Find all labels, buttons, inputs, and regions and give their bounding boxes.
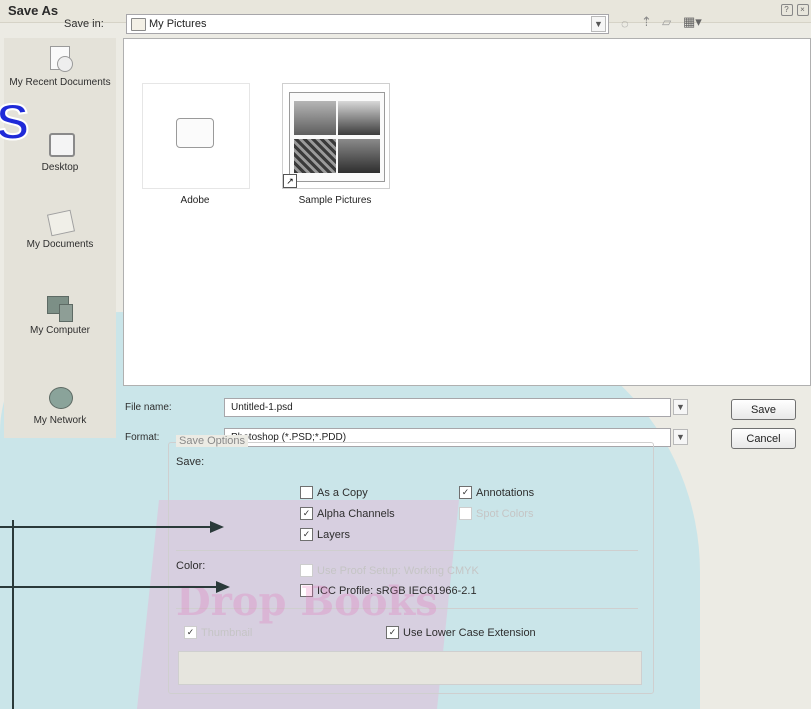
folder-icon [131, 18, 146, 31]
annotations-checkbox[interactable]: ✓ Annotations [459, 486, 534, 499]
file-item-adobe[interactable] [142, 83, 250, 189]
checkbox-label: Thumbnail [201, 626, 253, 639]
my-documents-icon [45, 208, 76, 237]
my-computer-icon [45, 294, 75, 322]
shortcut-arrow-icon: ↗ [283, 174, 297, 188]
folder-image-grid [289, 92, 385, 182]
checkbox-box[interactable] [300, 486, 313, 499]
view-menu-icon[interactable]: ▦▾ [683, 14, 702, 30]
file-list[interactable]: Adobe ↗ Sample Pictures [123, 38, 811, 386]
alpha-channels-checkbox[interactable]: ✓ Alpha Channels [300, 507, 395, 520]
save-in-value: My Pictures [149, 18, 207, 30]
file-name-input[interactable]: Untitled-1.psd [224, 398, 671, 417]
callout-arrow-1-line [0, 526, 212, 528]
checkbox-label: Use Proof Setup: Working CMYK [317, 564, 479, 577]
checkbox-box [459, 507, 472, 520]
callout-vertical-line [12, 520, 14, 709]
file-name-label: File name: [125, 402, 172, 413]
check-icon[interactable]: ✓ [300, 528, 313, 541]
my-network-icon [45, 384, 75, 412]
watermark-letter: S [0, 94, 30, 150]
use-proof-setup-checkbox: Use Proof Setup: Working CMYK [300, 564, 479, 577]
save-as-dialog: Save As ? × Save in: My Pictures ▼ ◌ ⇡ ▱… [0, 0, 811, 709]
folder-icon [176, 118, 214, 148]
chevron-down-icon[interactable]: ▼ [591, 16, 606, 32]
recent-documents-icon [45, 46, 75, 74]
checkbox-label: Layers [317, 528, 351, 541]
file-name-adobe: Adobe [180, 195, 210, 206]
checkbox-label: Annotations [476, 486, 535, 499]
checkbox-label: As a Copy [317, 486, 368, 499]
save-in-label: Save in: [64, 18, 104, 30]
place-my-documents[interactable]: My Documents [4, 208, 116, 250]
checkbox-label: Use Lower Case Extension [403, 626, 536, 639]
place-label: My Documents [26, 239, 94, 250]
save-button[interactable]: Save [731, 399, 796, 420]
place-my-network[interactable]: My Network [4, 384, 116, 426]
new-folder-icon[interactable]: ▱ [662, 15, 671, 29]
save-label: Save: [176, 456, 205, 468]
back-icon[interactable]: ◌ [621, 16, 629, 31]
help-close-buttons[interactable]: ? × [780, 3, 809, 16]
cancel-button[interactable]: Cancel [731, 428, 796, 449]
save-options-title: Save Options [176, 435, 249, 447]
layers-checkbox[interactable]: ✓ Layers [300, 528, 350, 541]
checkbox-box [300, 564, 313, 577]
check-icon[interactable]: ✓ [300, 507, 313, 520]
format-label: Format: [125, 432, 160, 443]
file-item-sample-pictures[interactable]: ↗ [282, 83, 390, 189]
save-in-dropdown[interactable]: My Pictures ▼ [126, 14, 609, 34]
place-label: My Network [33, 415, 87, 426]
check-icon[interactable]: ✓ [386, 626, 399, 639]
file-name-dropdown[interactable]: ▼ [673, 399, 688, 415]
dialog-title: Save As [8, 3, 59, 18]
checkbox-label: Alpha Channels [317, 507, 395, 520]
thumbnail-checkbox: ✓ Thumbnail [184, 626, 252, 639]
file-name-sample-pictures: Sample Pictures [298, 195, 372, 206]
place-my-computer[interactable]: My Computer [4, 294, 116, 336]
callout-arrow-2-line [0, 586, 218, 588]
lower-case-extension-checkbox[interactable]: ✓ Use Lower Case Extension [386, 626, 536, 639]
desktop-icon [45, 131, 75, 159]
place-label: Desktop [41, 162, 79, 173]
place-my-recent-documents[interactable]: My Recent Documents [4, 46, 116, 88]
checkbox-label: Spot Colors [476, 507, 534, 520]
check-icon[interactable]: ✓ [459, 486, 472, 499]
callout-arrow-1-head [210, 521, 224, 533]
check-icon: ✓ [184, 626, 197, 639]
warning-area [178, 651, 642, 685]
as-a-copy-checkbox[interactable]: As a Copy [300, 486, 368, 499]
spot-colors-checkbox: Spot Colors [459, 507, 533, 520]
color-label: Color: [176, 560, 206, 572]
callout-arrow-2-head [216, 581, 230, 593]
help-icon[interactable]: ? [780, 4, 793, 16]
close-icon[interactable]: × [797, 4, 809, 16]
format-dropdown[interactable]: ▼ [673, 429, 688, 445]
up-folder-icon[interactable]: ⇡ [641, 14, 652, 30]
options-separator [176, 550, 638, 551]
place-label: My Computer [29, 325, 90, 336]
place-label: My Recent Documents [9, 77, 111, 88]
